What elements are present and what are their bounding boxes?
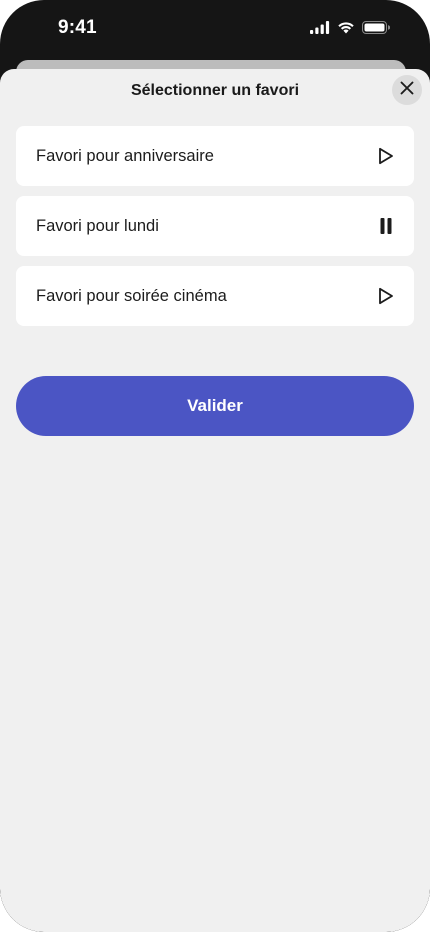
validate-button[interactable]: Valider [16, 376, 414, 436]
wifi-icon [337, 21, 355, 39]
close-icon [400, 81, 414, 100]
sheet-header: Sélectionner un favori [0, 69, 430, 113]
pause-icon[interactable] [376, 216, 396, 236]
favorite-label: Favori pour soirée cinéma [36, 286, 227, 305]
battery-icon [362, 21, 391, 39]
status-icons [310, 21, 391, 39]
favorite-label: Favori pour lundi [36, 216, 159, 235]
play-icon[interactable] [376, 286, 396, 306]
favorite-label: Favori pour anniversaire [36, 146, 214, 165]
cellular-signal-icon [310, 21, 330, 39]
favorite-item-anniversaire[interactable]: Favori pour anniversaire [16, 126, 414, 186]
phone-screen: 9:41 Sélectionner un favori Favori pour … [0, 0, 430, 932]
close-button[interactable] [392, 75, 422, 105]
favorite-item-lundi[interactable]: Favori pour lundi [16, 196, 414, 256]
favorites-list: Favori pour anniversaire Favori pour lun… [16, 126, 414, 336]
bottom-sheet: Sélectionner un favori Favori pour anniv… [0, 69, 430, 932]
favorite-item-soiree-cinema[interactable]: Favori pour soirée cinéma [16, 266, 414, 326]
sheet-title: Sélectionner un favori [130, 82, 300, 99]
status-time: 9:41 [58, 17, 97, 38]
play-icon[interactable] [376, 146, 396, 166]
status-bar: 9:41 [0, 0, 430, 58]
